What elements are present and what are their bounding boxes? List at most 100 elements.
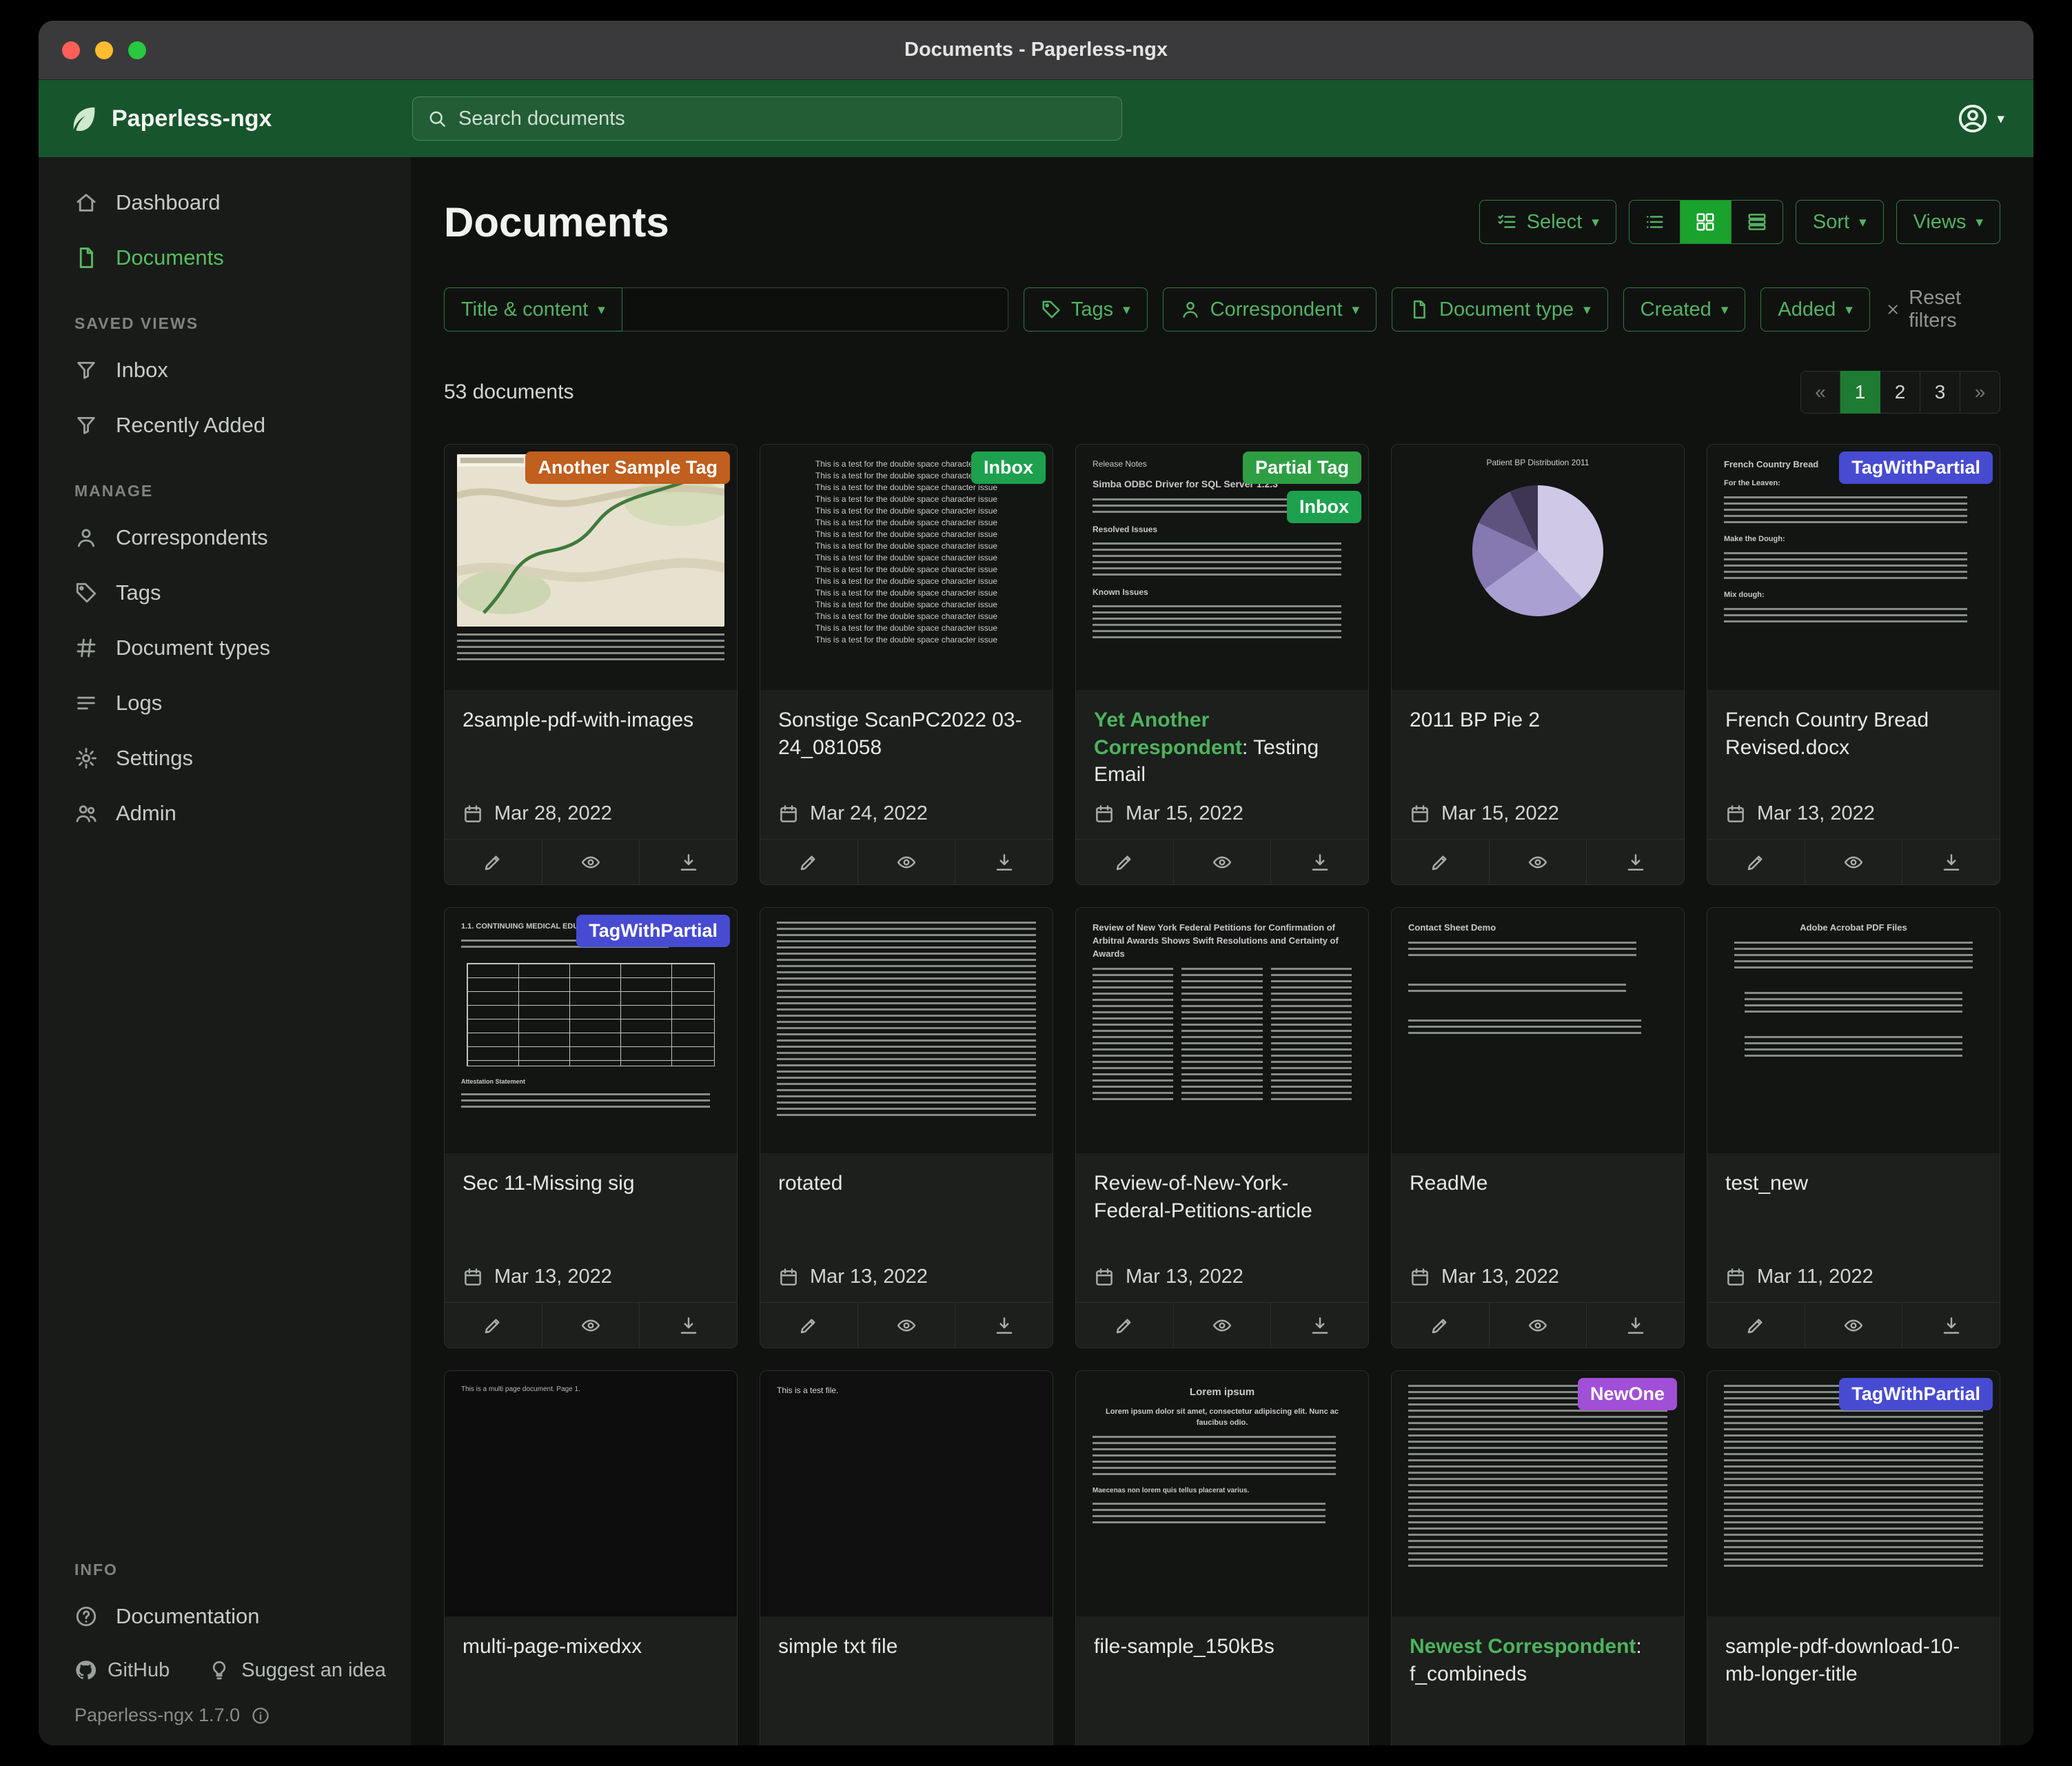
document-title[interactable]: file-sample_150kBs <box>1094 1633 1350 1661</box>
document-thumbnail[interactable]: This is a test for the double space char… <box>760 445 1053 690</box>
view-document-button[interactable] <box>1805 840 1902 884</box>
download-document-button[interactable] <box>1902 1303 2000 1348</box>
document-correspondent[interactable]: Newest Correspondent <box>1410 1635 1636 1658</box>
document-title[interactable]: 2011 BP Pie 2 <box>1410 707 1666 734</box>
sidebar-item-inbox[interactable]: Inbox <box>39 343 411 398</box>
pagination-page-1[interactable]: 1 <box>1840 371 1880 414</box>
created-filter-dropdown[interactable]: Created ▾ <box>1623 287 1746 332</box>
document-card[interactable]: French Country BreadFor the Leaven:Make … <box>1707 444 2000 885</box>
document-thumbnail[interactable]: Release NotesSimba ODBC Driver for SQL S… <box>1076 445 1368 690</box>
download-document-button[interactable] <box>1270 1303 1368 1348</box>
document-card[interactable]: Release NotesSimba ODBC Driver for SQL S… <box>1075 444 1369 885</box>
tag-badge[interactable]: TagWithPartial <box>1839 1378 1993 1410</box>
edit-document-button[interactable] <box>1392 840 1489 884</box>
pagination-prev[interactable]: « <box>1800 371 1840 414</box>
view-mode-details-button[interactable] <box>1731 201 1782 243</box>
tag-badge[interactable]: TagWithPartial <box>1839 451 1993 484</box>
document-thumbnail[interactable]: Contact Sheet Demo <box>1392 908 1684 1153</box>
document-title[interactable]: ReadMe <box>1410 1170 1666 1197</box>
document-card[interactable]: Patient BP Distribution 2011 2011 BP Pie … <box>1391 444 1685 885</box>
sidebar-item-settings[interactable]: Settings <box>39 731 411 786</box>
view-document-button[interactable] <box>1173 840 1271 884</box>
title-content-dropdown[interactable]: Title & content ▾ <box>444 287 622 332</box>
edit-document-button[interactable] <box>1707 1303 1805 1348</box>
views-dropdown[interactable]: Views ▾ <box>1896 200 2000 244</box>
document-card[interactable]: 1.1. CONTINUING MEDICAL EDUCAAttestation… <box>444 907 738 1348</box>
tag-badge[interactable]: Inbox <box>971 451 1046 484</box>
document-card[interactable]: NewOne Newest Correspondent: f_combineds <box>1391 1370 1685 1745</box>
document-title[interactable]: 2sample-pdf-with-images <box>463 707 719 734</box>
tag-badge[interactable]: Partial Tag <box>1243 451 1361 484</box>
close-window-button[interactable] <box>62 41 80 59</box>
pagination-page-2[interactable]: 2 <box>1880 371 1920 414</box>
document-title[interactable]: Sonstige ScanPC2022 03-24_081058 <box>778 707 1035 761</box>
document-title[interactable]: sample-pdf-download-10-mb-longer-title <box>1725 1633 1982 1687</box>
minimize-window-button[interactable] <box>95 41 113 59</box>
sidebar-item-tags[interactable]: Tags <box>39 565 411 620</box>
pagination-page-3[interactable]: 3 <box>1920 371 1960 414</box>
sidebar-item-correspondents[interactable]: Correspondents <box>39 510 411 565</box>
sidebar-item-documents[interactable]: Documents <box>39 230 411 285</box>
document-title[interactable]: simple txt file <box>778 1633 1035 1661</box>
tag-badge[interactable]: TagWithPartial <box>576 915 730 947</box>
document-title[interactable]: Newest Correspondent: f_combineds <box>1410 1633 1666 1687</box>
edit-document-button[interactable] <box>1076 840 1173 884</box>
search-input[interactable] <box>458 108 1108 130</box>
download-document-button[interactable] <box>639 1303 737 1348</box>
view-document-button[interactable] <box>857 1303 955 1348</box>
sidebar-item-github[interactable]: GitHub <box>74 1659 170 1682</box>
filter-query-input[interactable] <box>622 287 1008 332</box>
download-document-button[interactable] <box>1586 840 1684 884</box>
edit-document-button[interactable] <box>445 840 542 884</box>
download-document-button[interactable] <box>955 840 1053 884</box>
tag-badge[interactable]: NewOne <box>1578 1378 1677 1410</box>
view-mode-list-button[interactable] <box>1629 201 1680 243</box>
view-document-button[interactable] <box>1489 840 1587 884</box>
download-document-button[interactable] <box>1902 840 2000 884</box>
pagination-next[interactable]: » <box>1960 371 2000 414</box>
tag-badge[interactable]: Another Sample Tag <box>525 451 730 484</box>
document-title[interactable]: multi-page-mixedxx <box>463 1633 719 1661</box>
document-thumbnail[interactable]: Adobe Acrobat PDF Files <box>1707 908 2000 1153</box>
document-card[interactable]: This is a multi page document. Page 1. mu… <box>444 1370 738 1745</box>
reset-filters-button[interactable]: Reset filters <box>1885 287 2000 332</box>
edit-document-button[interactable] <box>760 1303 857 1348</box>
sidebar-item-recently-added[interactable]: Recently Added <box>39 398 411 453</box>
download-document-button[interactable] <box>639 840 737 884</box>
document-thumbnail[interactable]: Lorem ipsumLorem ipsum dolor sit amet, c… <box>1076 1371 1368 1616</box>
edit-document-button[interactable] <box>1076 1303 1173 1348</box>
document-thumbnail[interactable]: Patient BP Distribution 2011 <box>1392 445 1684 690</box>
document-type-filter-dropdown[interactable]: Document type ▾ <box>1392 287 1608 332</box>
document-title[interactable]: test_new <box>1725 1170 1982 1197</box>
document-title[interactable]: Sec 11-Missing sig <box>463 1170 719 1197</box>
document-card[interactable]: This is a test file.simple txt file <box>760 1370 1053 1745</box>
sidebar-item-logs[interactable]: Logs <box>39 676 411 731</box>
select-dropdown[interactable]: Select ▾ <box>1479 200 1616 244</box>
view-mode-grid-button[interactable] <box>1680 201 1731 243</box>
fullscreen-window-button[interactable] <box>128 41 146 59</box>
document-title[interactable]: Review-of-New-York-Federal-Petitions-art… <box>1094 1170 1350 1224</box>
document-thumbnail[interactable]: Another Sample Tag <box>445 445 737 690</box>
view-document-button[interactable] <box>857 840 955 884</box>
tag-badge[interactable]: Inbox <box>1287 491 1361 523</box>
download-document-button[interactable] <box>1586 1303 1684 1348</box>
tags-filter-dropdown[interactable]: Tags ▾ <box>1024 287 1148 332</box>
document-thumbnail[interactable]: This is a multi page document. Page 1. <box>445 1371 737 1616</box>
sidebar-item-dashboard[interactable]: Dashboard <box>39 175 411 230</box>
sidebar-item-suggest-an-idea[interactable]: Suggest an idea <box>208 1659 386 1682</box>
document-thumbnail[interactable] <box>760 908 1053 1153</box>
document-thumbnail[interactable]: TagWithPartial <box>1707 1371 2000 1616</box>
document-thumbnail[interactable]: Review of New York Federal Petitions for… <box>1076 908 1368 1153</box>
edit-document-button[interactable] <box>445 1303 542 1348</box>
document-card[interactable]: TagWithPartial sample-pdf-download-10-mb-… <box>1707 1370 2000 1745</box>
document-card[interactable]: rotatedMar 13, 2022 <box>760 907 1053 1348</box>
view-document-button[interactable] <box>1489 1303 1587 1348</box>
sort-dropdown[interactable]: Sort ▾ <box>1796 200 1884 244</box>
document-correspondent[interactable]: Yet Another Correspondent <box>1094 709 1242 759</box>
info-icon[interactable] <box>251 1706 270 1725</box>
document-card[interactable]: Another Sample Tag 2sample-pdf-with-image… <box>444 444 738 885</box>
document-thumbnail[interactable]: 1.1. CONTINUING MEDICAL EDUCAAttestation… <box>445 908 737 1153</box>
app-brand[interactable]: Paperless-ngx <box>68 103 412 134</box>
edit-document-button[interactable] <box>1707 840 1805 884</box>
download-document-button[interactable] <box>1270 840 1368 884</box>
